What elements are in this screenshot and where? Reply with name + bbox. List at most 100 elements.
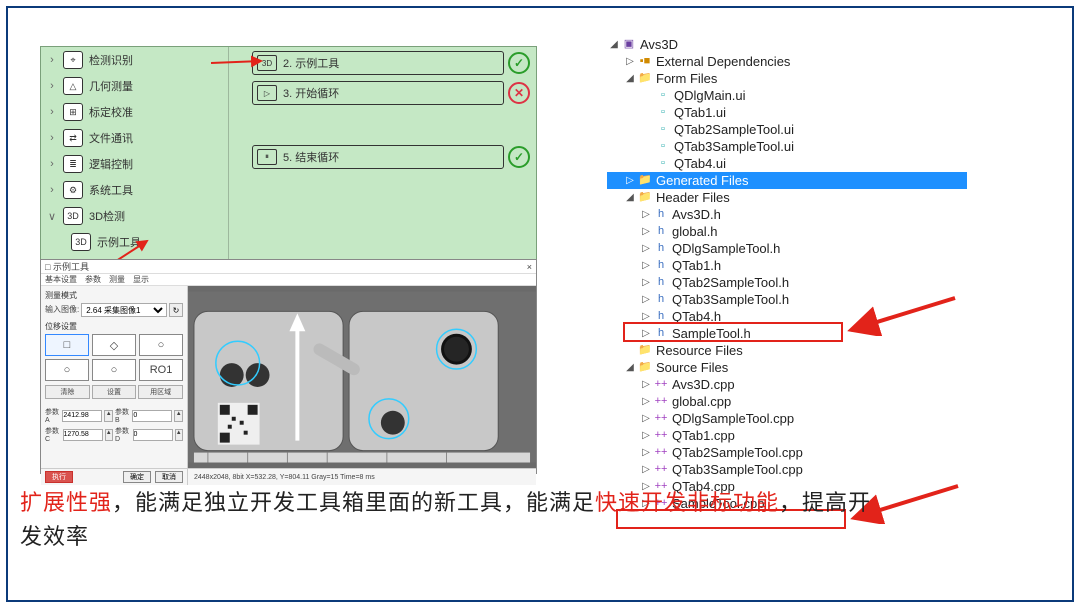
dialog-title: 示例工具 bbox=[53, 260, 89, 273]
cpp-file-icon: ++ bbox=[653, 412, 669, 426]
shape-diamond-button[interactable]: ◇ bbox=[92, 334, 136, 356]
status-ok-icon: ✓ bbox=[508, 146, 530, 168]
tree-folder[interactable]: ◢📁Source Files bbox=[607, 359, 967, 376]
caption-highlight: 快速开发非标功能 bbox=[595, 490, 779, 515]
close-icon[interactable]: × bbox=[527, 262, 532, 272]
tree-file[interactable]: ▷++global.cpp bbox=[607, 393, 967, 410]
tree-file[interactable]: ▷++QDlgSampleTool.cpp bbox=[607, 410, 967, 427]
param-row: 参数C▲参数D▲ bbox=[45, 426, 183, 443]
tree-file[interactable]: ▷++QTab2SampleTool.cpp bbox=[607, 444, 967, 461]
category-icon: ⇄ bbox=[63, 129, 83, 147]
tree-folder[interactable]: 📁Resource Files bbox=[607, 342, 967, 359]
ok-button[interactable]: 确定 bbox=[123, 471, 151, 483]
cpp-file-icon: ++ bbox=[653, 395, 669, 409]
menu-item[interactable]: 参数 bbox=[85, 274, 101, 285]
tree-file[interactable]: ▷++QTab3SampleTool.cpp bbox=[607, 461, 967, 478]
tree-file[interactable]: ▫QTab2SampleTool.ui bbox=[607, 121, 967, 138]
tree-file[interactable]: ▷++QTab1.cpp bbox=[607, 427, 967, 444]
refresh-button[interactable]: ↻ bbox=[169, 303, 183, 317]
ui-file-icon: ▫ bbox=[655, 89, 671, 103]
shape-roi-button[interactable]: RO1 bbox=[139, 359, 183, 381]
folder-icon: 📁 bbox=[637, 361, 653, 375]
tree-project[interactable]: ◢▣Avs3D bbox=[607, 36, 967, 53]
flow-step[interactable]: ▷3. 开始循环 ✕ bbox=[252, 81, 530, 105]
image-viewport[interactable] bbox=[188, 286, 536, 468]
references-icon: ▪■ bbox=[637, 55, 653, 69]
header-file-icon: h bbox=[653, 242, 669, 256]
pcb-image bbox=[188, 286, 536, 468]
category-icon: ≣ bbox=[63, 155, 83, 173]
status-error-icon: ✕ bbox=[508, 82, 530, 104]
category-item[interactable]: ›≣逻辑控制 bbox=[41, 151, 228, 177]
param-row: 参数A▲参数B▲ bbox=[45, 407, 183, 424]
param-b-input[interactable] bbox=[132, 410, 172, 422]
flow-step[interactable]: 3D2. 示例工具 ✓ bbox=[252, 51, 530, 75]
category-icon: ⊞ bbox=[63, 103, 83, 121]
category-item[interactable]: ›⌖检测识别 bbox=[41, 47, 228, 73]
tree-file[interactable]: ▷hAvs3D.h bbox=[607, 206, 967, 223]
header-file-icon: h bbox=[653, 327, 669, 341]
cpp-file-icon: ++ bbox=[653, 429, 669, 443]
param-d-input[interactable] bbox=[133, 429, 173, 441]
tree-file-highlighted[interactable]: ▷hSampleTool.h bbox=[607, 325, 967, 342]
dialog-titlebar[interactable]: □ 示例工具 × bbox=[41, 260, 536, 274]
tree-file[interactable]: ▫QTab4.ui bbox=[607, 155, 967, 172]
header-file-icon: h bbox=[653, 276, 669, 290]
sample-tool-dialog: □ 示例工具 × 基本设置 参数 测量 显示 测量模式 输入图像: 2.64 采… bbox=[40, 259, 537, 474]
tree-folder-selected[interactable]: ▷📁Generated Files bbox=[607, 172, 967, 189]
header-file-icon: h bbox=[653, 208, 669, 222]
shape-rect-button[interactable]: □ bbox=[45, 334, 89, 356]
menu-item[interactable]: 显示 bbox=[133, 274, 149, 285]
dialog-sidebar: 测量模式 输入图像: 2.64 采集图像1 ↻ 位移设置 □ ◇ ○ ○ ○ R… bbox=[41, 286, 188, 468]
tree-file[interactable]: ▷hQTab3SampleTool.h bbox=[607, 291, 967, 308]
window-icon: □ bbox=[45, 262, 50, 272]
cancel-button[interactable]: 取消 bbox=[155, 471, 183, 483]
shape-ellipse-button[interactable]: ○ bbox=[45, 359, 89, 381]
run-button[interactable]: 执行 bbox=[45, 471, 73, 483]
shape-ring-button[interactable]: ○ bbox=[92, 359, 136, 381]
menu-item[interactable]: 测量 bbox=[109, 274, 125, 285]
tree-folder[interactable]: ◢📁Form Files bbox=[607, 70, 967, 87]
tree-item[interactable]: ▷▪■External Dependencies bbox=[607, 53, 967, 70]
category-item[interactable]: ›△几何测量 bbox=[41, 73, 228, 99]
category-item[interactable]: ›⚙系统工具 bbox=[41, 177, 228, 203]
input-image-select[interactable]: 2.64 采集图像1 bbox=[81, 303, 167, 317]
use-region-button[interactable]: 用区域 bbox=[138, 385, 183, 399]
status-ok-icon: ✓ bbox=[508, 52, 530, 74]
flow-step[interactable]: ⏸5. 结束循环 ✓ bbox=[252, 145, 530, 169]
tree-file[interactable]: ▷hQTab1.h bbox=[607, 257, 967, 274]
category-item[interactable]: ∨3D3D检测 bbox=[41, 203, 228, 229]
tree-file[interactable]: ▷hglobal.h bbox=[607, 223, 967, 240]
spin-up-icon[interactable]: ▲ bbox=[105, 429, 114, 441]
tree-file[interactable]: ▷hQTab4.h bbox=[607, 308, 967, 325]
toolbox-subitem[interactable]: 3D示例工具 bbox=[41, 229, 228, 255]
folder-icon: 📁 bbox=[637, 72, 653, 86]
input-label: 输入图像: bbox=[45, 303, 79, 317]
menu-item[interactable]: 基本设置 bbox=[45, 274, 77, 285]
tree-file[interactable]: ▷++Avs3D.cpp bbox=[607, 376, 967, 393]
spin-up-icon[interactable]: ▲ bbox=[104, 410, 113, 422]
clear-button[interactable]: 清除 bbox=[45, 385, 90, 399]
spin-up-icon[interactable]: ▲ bbox=[175, 429, 184, 441]
set-button[interactable]: 设置 bbox=[92, 385, 137, 399]
param-c-input[interactable] bbox=[63, 429, 103, 441]
cpp-file-icon: ++ bbox=[653, 446, 669, 460]
spin-up-icon[interactable]: ▲ bbox=[174, 410, 183, 422]
category-item[interactable]: ›⇄文件通讯 bbox=[41, 125, 228, 151]
tree-file[interactable]: ▷hQTab2SampleTool.h bbox=[607, 274, 967, 291]
tree-file[interactable]: ▫QTab1.ui bbox=[607, 104, 967, 121]
tree-file[interactable]: ▫QTab3SampleTool.ui bbox=[607, 138, 967, 155]
folder-icon: 📁 bbox=[637, 191, 653, 205]
tree-file[interactable]: ▫QDlgMain.ui bbox=[607, 87, 967, 104]
category-icon: ⌖ bbox=[63, 51, 83, 69]
tree-folder[interactable]: ◢📁Header Files bbox=[607, 189, 967, 206]
shape-circle-button[interactable]: ○ bbox=[139, 334, 183, 356]
tree-file[interactable]: ▷hQDlgSampleTool.h bbox=[607, 240, 967, 257]
status-bar: 2448x2048, 8bit X=532.28, Y=804.11 Gray=… bbox=[188, 474, 536, 481]
group-label: 位移设置 bbox=[45, 321, 183, 332]
category-item[interactable]: ›⊞标定校准 bbox=[41, 99, 228, 125]
param-a-input[interactable] bbox=[62, 410, 102, 422]
folder-icon: 📁 bbox=[637, 174, 653, 188]
shape-picker: □ ◇ ○ ○ ○ RO1 bbox=[45, 334, 183, 381]
slide-caption: 扩展性强，能满足独立开发工具箱里面的新工具，能满足快速开发非标功能，提高开 发效… bbox=[20, 486, 1060, 554]
